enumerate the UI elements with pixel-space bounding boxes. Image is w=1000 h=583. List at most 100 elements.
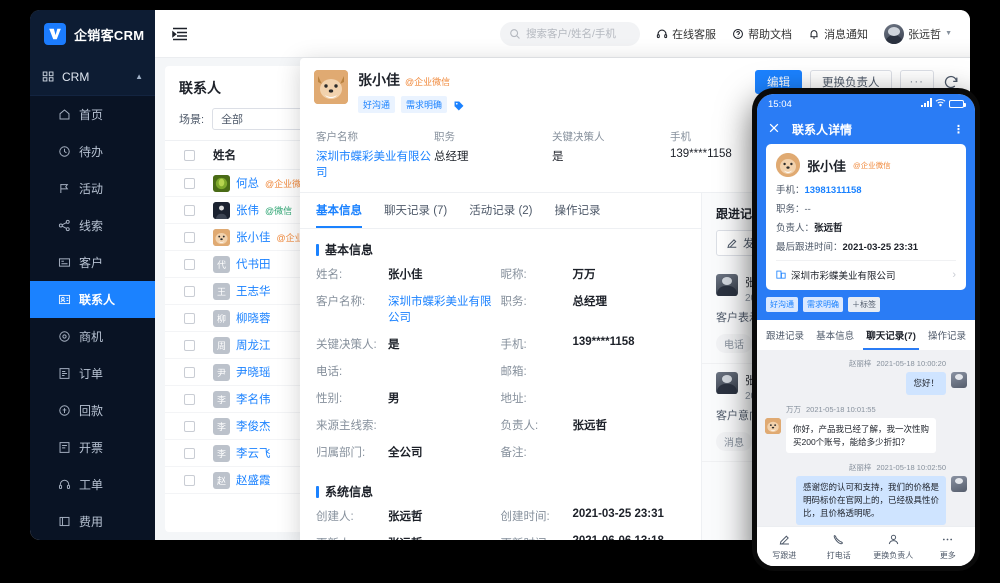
checkbox-icon[interactable] [183,447,195,459]
user-name: 张远哲 [908,28,942,41]
nav-group-crm[interactable]: CRM ▲ [30,58,155,96]
row-name-cell[interactable]: 尹尹晓瑶 [213,363,271,381]
contact-name[interactable]: 柳晓蓉 [236,310,271,326]
tag-item[interactable]: 好沟通 [766,297,798,312]
phone-tab-基本信息[interactable]: 基本信息 [813,328,857,350]
row-checkbox-cell[interactable] [165,177,213,189]
online-service-link[interactable]: 在线客服 [656,26,716,42]
contact-name[interactable]: 尹晓瑶 [236,364,271,380]
search-input[interactable]: 搜索客户/姓名/手机 [500,21,641,46]
sidebar-item-invoice[interactable]: 开票 [30,429,155,466]
sidebar-item-customer[interactable]: 客户 [30,244,155,281]
checkbox-icon[interactable] [183,258,195,270]
phone-bottom-打电话[interactable]: 打电话 [812,533,867,561]
contact-name[interactable]: 李云飞 [236,445,271,461]
checkbox-icon[interactable] [183,312,195,324]
follow-up-tag: 消息 [716,432,752,452]
user-menu[interactable]: 张远哲 ▼ [884,23,952,44]
search-placeholder: 搜索客户/姓名/手机 [526,28,616,40]
row-checkbox-cell[interactable] [165,204,213,216]
sidebar-item-workorder[interactable]: 工单 [30,466,155,503]
field-value[interactable]: 深圳市蝶彩美业有限公司 [388,293,501,325]
sidebar-item-activity[interactable]: 活动 [30,170,155,207]
close-icon[interactable] [768,122,780,137]
contact-name[interactable]: 代书田 [236,256,271,272]
checkbox-icon[interactable] [183,149,195,161]
sidebar-item-todo[interactable]: 待办 [30,133,155,170]
row-name-cell[interactable]: 王王志华 [213,282,271,300]
sidebar-item-order[interactable]: 订单 [30,355,155,392]
contact-name[interactable]: 张小佳 [236,229,271,245]
checkbox-icon[interactable] [183,474,195,486]
phone-company-row[interactable]: 深圳市彩蝶美业有限公司 › [776,260,956,282]
sidebar-item-contact[interactable]: 联系人 [30,281,155,318]
row-checkbox-cell[interactable] [165,285,213,297]
sidebar-item-expense[interactable]: 费用 [30,503,155,540]
checkbox-icon[interactable] [183,366,195,378]
row-name-cell[interactable]: 何总 @企业微信 [213,174,310,192]
tab-操作记录[interactable]: 操作记录 [555,202,601,228]
phone-bottom-写跟进[interactable]: 写跟进 [757,533,812,561]
phone-field-value[interactable]: 13981311158 [805,185,862,196]
row-name-cell[interactable]: 赵赵盛霞 [213,471,271,489]
sidebar-item-lead[interactable]: 线索 [30,207,155,244]
message-author: 赵丽梓 [848,463,872,473]
row-name-cell[interactable]: 周周龙江 [213,336,271,354]
close-icon[interactable] [968,73,970,91]
phone-tab-聊天记录(7)[interactable]: 聊天记录(7) [863,328,919,350]
tag-item[interactable]: 好沟通 [358,96,396,113]
row-name-cell[interactable]: 李李名伟 [213,390,271,408]
notification-link[interactable]: 消息通知 [808,26,868,42]
checkbox-icon[interactable] [183,339,195,351]
contact-name[interactable]: 李名伟 [236,391,271,407]
help-doc-link[interactable]: 帮助文档 [732,26,792,42]
contact-name[interactable]: 王志华 [236,283,271,299]
row-name-cell[interactable]: 李李俊杰 [213,417,271,435]
checkbox-icon[interactable] [183,420,195,432]
row-checkbox-cell[interactable] [165,447,213,459]
row-checkbox-cell[interactable] [165,231,213,243]
sidebar-item-home[interactable]: 首页 [30,96,155,133]
phone-tab-跟进记录[interactable]: 跟进记录 [763,328,807,350]
row-checkbox-cell[interactable] [165,474,213,486]
row-name-cell[interactable]: 李李云飞 [213,444,271,462]
tab-基本信息[interactable]: 基本信息 [316,202,362,228]
row-name-cell[interactable]: 张伟 @微信 [213,201,292,219]
phone-bottom-更多[interactable]: 更多 [921,533,976,561]
row-name-cell[interactable]: 柳柳晓蓉 [213,309,271,327]
checkbox-icon[interactable] [183,231,195,243]
collapse-icon[interactable] [171,25,189,43]
sidebar-item-opportunity[interactable]: 商机 [30,318,155,355]
row-checkbox-cell[interactable] [165,312,213,324]
row-checkbox-cell[interactable] [165,339,213,351]
avatar [213,174,230,192]
contact-name[interactable]: 李俊杰 [236,418,271,434]
add-tag-button[interactable]: ＋标签 [848,297,880,312]
contact-name[interactable]: 何总 [236,175,259,191]
phone-tab-操作记录[interactable]: 操作记录 [925,328,969,350]
select-all-cell[interactable] [165,149,213,161]
checkbox-icon[interactable] [183,204,195,216]
checkbox-icon[interactable] [183,285,195,297]
field-label: 电话: [316,366,343,378]
phone-bottom-更换负责人[interactable]: 更换负责人 [866,533,921,561]
row-name-cell[interactable]: 代代书田 [213,255,271,273]
tag-item[interactable]: 需求明确 [803,297,843,312]
message-meta: 赵丽梓 2021-05-18 10:02:50 [765,462,967,473]
checkbox-icon[interactable] [183,177,195,189]
tab-活动记录 (2)[interactable]: 活动记录 (2) [469,202,532,228]
row-checkbox-cell[interactable] [165,393,213,405]
summary-value[interactable]: 深圳市蝶彩美业有限公司 [316,148,434,180]
sidebar-item-payment[interactable]: 回款 [30,392,155,429]
contact-name[interactable]: 张伟 [236,202,259,218]
contact-name[interactable]: 赵盛霞 [236,472,271,488]
row-checkbox-cell[interactable] [165,366,213,378]
contact-name[interactable]: 周龙江 [236,337,271,353]
tab-聊天记录 (7)[interactable]: 聊天记录 (7) [384,202,447,228]
row-checkbox-cell[interactable] [165,258,213,270]
tag-item[interactable]: 需求明确 [401,96,448,113]
row-checkbox-cell[interactable] [165,420,213,432]
label-icon[interactable] [453,99,465,111]
checkbox-icon[interactable] [183,393,195,405]
more-vertical-icon[interactable]: ⋮ [953,123,964,136]
